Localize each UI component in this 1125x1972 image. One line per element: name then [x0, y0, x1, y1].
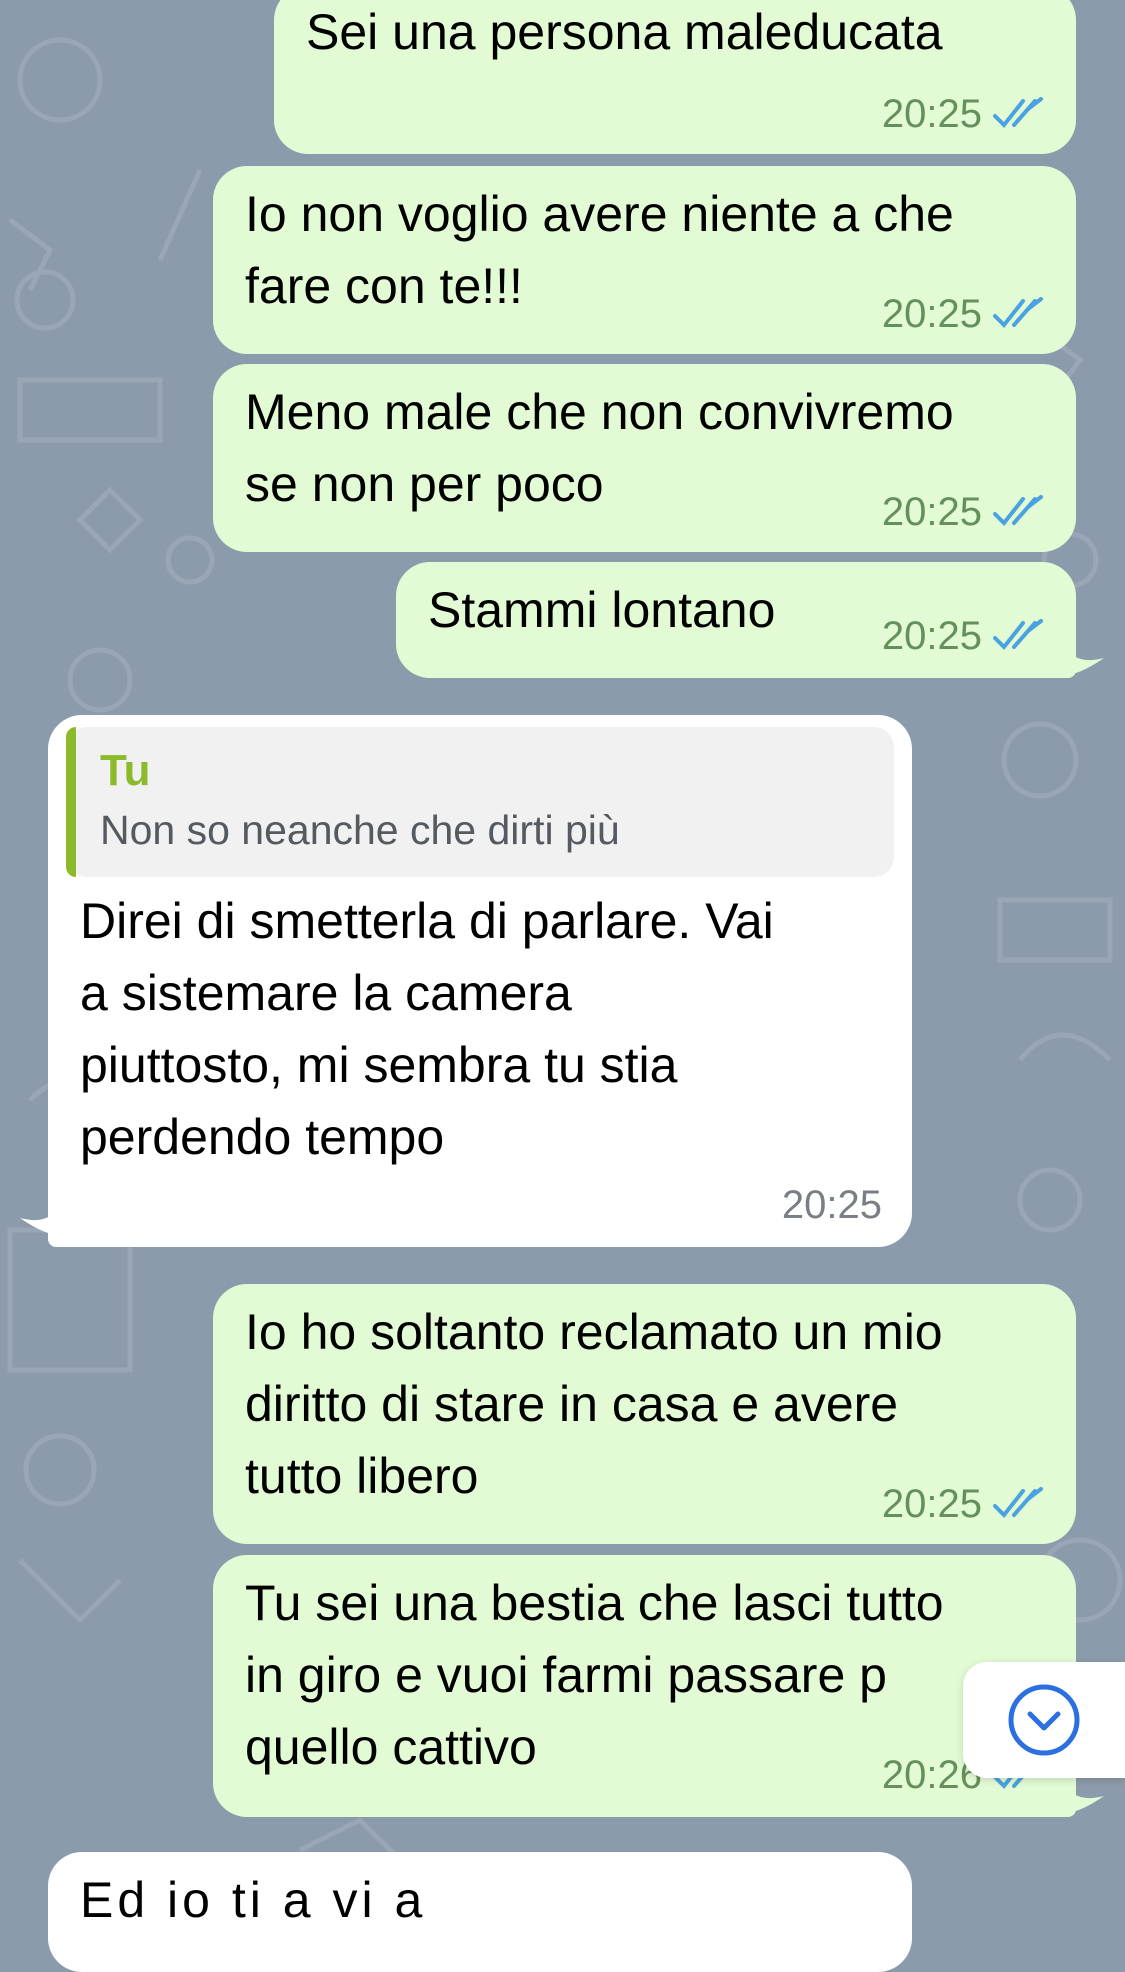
message-bubble-incoming[interactable]: Ed io ti a vi a [48, 1852, 912, 1972]
double-check-icon [993, 297, 1043, 329]
message-bubble-outgoing[interactable]: Io non voglio avere niente a che fare co… [213, 166, 1076, 354]
double-check-icon [993, 97, 1043, 129]
message-text: Tu sei una bestia che lasci tutto in gir… [245, 1575, 944, 1775]
message-time: 20:25 [881, 1482, 982, 1526]
message-bubble-outgoing[interactable]: Io ho soltanto reclamato un mio diritto … [213, 1284, 1076, 1544]
double-check-icon [993, 619, 1043, 651]
message-time: 20:25 [881, 490, 982, 534]
message-text: Ed io ti a vi a [80, 1872, 427, 1928]
message-time: 20:25 [881, 292, 982, 336]
message-time: 20:25 [881, 92, 982, 136]
message-bubble-outgoing[interactable]: Meno male che non convivremo se non per … [213, 364, 1076, 552]
reply-accent-bar [66, 727, 76, 877]
message-meta: 20:25 [882, 490, 1046, 534]
bubble-tail [20, 1190, 64, 1236]
message-text: Sei una persona maleducata [306, 4, 943, 60]
bubble-tail [1060, 630, 1104, 676]
double-check-icon [993, 495, 1043, 527]
reply-sender-name: Tu [100, 746, 151, 795]
message-time: 20:25 [781, 1183, 882, 1227]
reply-preview[interactable]: Tu Non so neanche che dirti più [66, 727, 894, 877]
message-bubble-outgoing[interactable]: Tu sei una bestia che lasci tutto in gir… [213, 1555, 1076, 1817]
message-time: 20:25 [881, 614, 982, 658]
message-bubble-outgoing[interactable]: Stammi lontano 20:25 [396, 562, 1076, 678]
message-bubble-incoming[interactable]: Tu Non so neanche che dirti più Direi di… [48, 715, 912, 1247]
message-meta: 20:25 [882, 292, 1046, 336]
message-meta: 20:25 [782, 1183, 882, 1227]
message-meta: 20:25 [882, 614, 1046, 658]
message-text: Direi di smetterla di parlare. Vai a sis… [80, 893, 774, 1165]
message-meta: 20:25 [882, 92, 1046, 136]
chevron-down-circle-icon [1008, 1684, 1080, 1756]
reply-quoted-text: Non so neanche che dirti più [100, 807, 620, 853]
double-check-icon [993, 1487, 1043, 1519]
message-text: Io ho soltanto reclamato un mio diritto … [245, 1304, 943, 1504]
scroll-to-bottom-button[interactable] [963, 1662, 1125, 1778]
message-bubble-outgoing[interactable]: Sei una persona maleducata 20:25 [274, 0, 1076, 154]
message-meta: 20:25 [882, 1482, 1046, 1526]
